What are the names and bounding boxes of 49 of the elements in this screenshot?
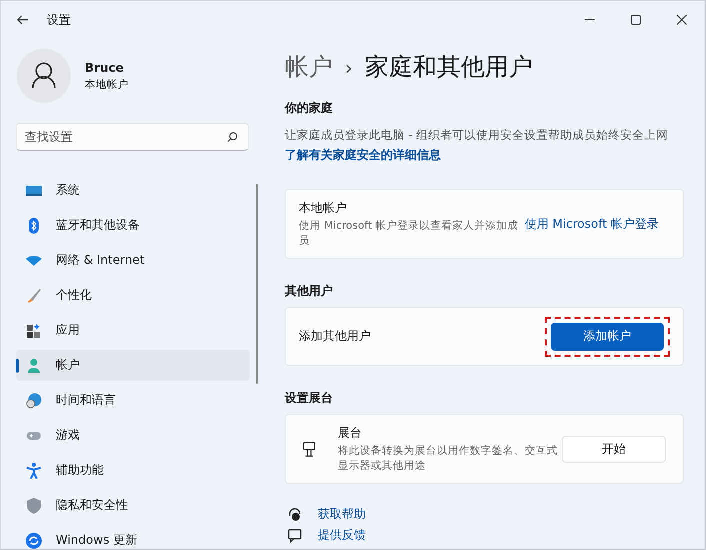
scrollbar[interactable] — [256, 184, 258, 384]
nav-item[interactable]: 蓝牙和其他设备 — [16, 210, 250, 241]
account-type: 本地帐户 — [85, 78, 129, 92]
add-user-label: 添加其他用户 — [299, 328, 371, 345]
back-arrow-icon[interactable] — [17, 15, 29, 25]
nav-item[interactable]: 隐私和安全性 — [16, 490, 250, 521]
sync-icon — [26, 532, 42, 548]
add-account-button[interactable]: 添加帐户 — [551, 322, 664, 350]
person-icon — [26, 358, 42, 374]
nav-item[interactable]: 时间和语言 — [16, 385, 250, 416]
kiosk-icon — [303, 440, 316, 458]
section-heading: 其他用户 — [285, 283, 334, 300]
person-figure-icon — [26, 462, 42, 478]
window-title: 设置 — [47, 12, 71, 28]
page-title: 家庭和其他用户 — [365, 52, 533, 83]
breadcrumb-parent[interactable]: 帐户 — [285, 51, 333, 83]
start-button[interactable]: 开始 — [562, 436, 666, 462]
nav-item[interactable]: 个性化 — [16, 280, 250, 311]
avatar-icon — [17, 49, 71, 103]
microsoft-sign-in-link[interactable]: 使用 Microsoft 帐户登录 — [524, 216, 659, 232]
brush-icon — [26, 288, 42, 304]
card-title: 展台 — [338, 425, 363, 442]
bluetooth-icon — [26, 218, 42, 234]
nav-item[interactable]: 帐户 — [16, 350, 250, 381]
nav-item[interactable]: 游戏 — [16, 420, 250, 451]
nav-item[interactable]: 辅助功能 — [16, 455, 250, 486]
maximize-icon[interactable] — [631, 15, 641, 25]
shield-icon — [26, 498, 42, 514]
card-title: 本地帐户 — [299, 200, 348, 218]
section-heading: 设置展台 — [285, 390, 334, 407]
search-field[interactable]: 查找设置 — [16, 123, 249, 151]
card-description: 使用 Microsoft 帐户登录以查看家人并添加成员 — [299, 219, 519, 248]
card-description: 将此设备转换为展台以用作数字签名、交互式显示器或其他用途 — [338, 444, 559, 473]
search-icon — [227, 132, 238, 143]
nav-item[interactable]: 系统 — [16, 175, 250, 206]
nav-item[interactable]: 应用 — [16, 315, 250, 346]
close-icon[interactable] — [677, 15, 687, 25]
apps-icon — [26, 322, 42, 338]
section-heading: 你的家庭 — [285, 100, 334, 117]
nav-item[interactable]: Windows 更新 — [16, 525, 250, 549]
feedback-icon — [288, 528, 302, 542]
family-description: 让家庭成员登录此电脑 - 组织者可以使用安全设置帮助成员始终安全上网 — [285, 128, 670, 143]
minimize-icon[interactable] — [585, 19, 595, 21]
help-link[interactable]: 提供反馈 — [318, 527, 366, 544]
help-link[interactable]: 获取帮助 — [318, 506, 366, 523]
breadcrumb-separator: › — [345, 56, 353, 80]
user-name: Bruce — [85, 60, 125, 74]
family-safety-link[interactable]: 了解有关家庭安全的详细信息 — [285, 147, 684, 164]
nav-item[interactable]: 网络 & Internet — [16, 245, 250, 276]
